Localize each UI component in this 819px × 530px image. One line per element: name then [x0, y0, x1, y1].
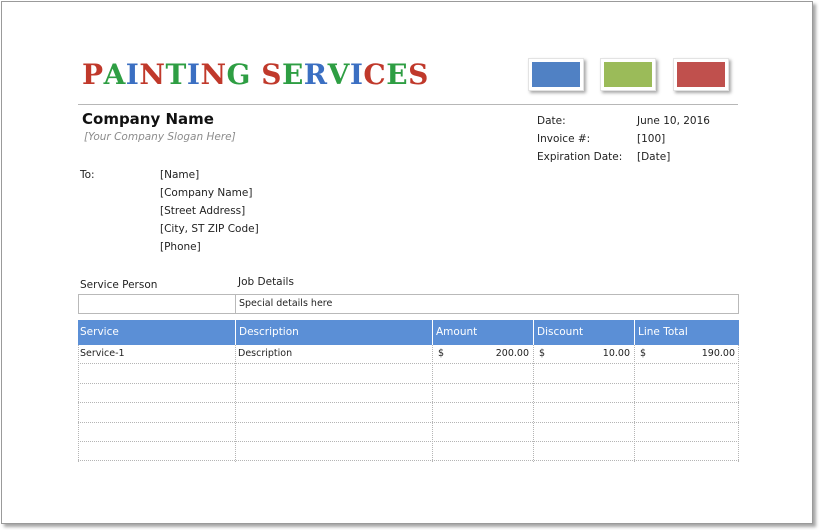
row-service[interactable]: Service-1	[80, 345, 125, 364]
job-details-field[interactable]: Special details here	[239, 298, 332, 309]
invoice-number-label: Invoice #:	[537, 133, 591, 145]
table-row-empty[interactable]	[78, 384, 739, 403]
table-row-empty[interactable]	[78, 423, 739, 442]
job-details-label: Job Details	[238, 276, 294, 288]
header-amount: Amount	[432, 320, 533, 345]
row-amount[interactable]: 200.00	[458, 345, 529, 364]
bill-to-label: To:	[80, 169, 95, 181]
row-description[interactable]: Description	[238, 345, 292, 364]
title-letter: R	[303, 58, 328, 91]
color-swatch-blue[interactable]	[528, 58, 584, 91]
title-letter: C	[363, 58, 387, 91]
title-letter	[251, 58, 261, 92]
title-letter: V	[327, 58, 350, 91]
header-line-total: Line Total	[634, 320, 739, 345]
line-total-currency: $	[640, 348, 647, 359]
company-name[interactable]: Company Name	[82, 110, 214, 128]
swatch-fill	[677, 62, 725, 87]
title-letter: S	[261, 58, 282, 91]
header-description: Description	[235, 320, 432, 345]
header-discount: Discount	[533, 320, 634, 345]
service-person-field[interactable]	[79, 295, 235, 313]
title-letter: N	[200, 58, 227, 91]
job-details-divider	[235, 295, 236, 313]
swatch-fill	[604, 62, 652, 87]
expiration-date-value[interactable]: [Date]	[637, 151, 670, 163]
bill-to-city[interactable]: [City, ST ZIP Code]	[160, 223, 259, 235]
amount-currency: $	[438, 348, 445, 359]
date-value[interactable]: June 10, 2016	[637, 115, 710, 127]
date-label: Date:	[537, 115, 566, 127]
title-letter: E	[281, 58, 304, 91]
invoice-title: PAINTING SERVICES	[82, 58, 429, 92]
title-letter: E	[386, 58, 409, 91]
title-letter: T	[165, 58, 187, 91]
header-divider	[78, 104, 738, 105]
color-swatch-red[interactable]	[673, 58, 729, 91]
table-row-empty[interactable]	[78, 365, 739, 384]
services-table: Service Description Amount Discount Line…	[78, 320, 739, 462]
discount-currency: $	[539, 348, 546, 359]
bill-to-street[interactable]: [Street Address]	[160, 205, 245, 217]
table-row-empty[interactable]	[78, 442, 739, 461]
expiration-date-label: Expiration Date:	[537, 151, 623, 163]
title-letter: N	[139, 58, 166, 91]
table-row-empty[interactable]	[78, 404, 739, 423]
bill-to-phone[interactable]: [Phone]	[160, 241, 201, 253]
row-discount[interactable]: 10.00	[558, 345, 630, 364]
header-service: Service	[80, 326, 119, 338]
title-letter: A	[103, 58, 126, 91]
color-swatch-green[interactable]	[600, 58, 656, 91]
table-row[interactable]: Service-1 Description $ 200.00 $ 10.00 $…	[78, 345, 739, 364]
swatch-fill	[532, 62, 580, 87]
title-letter: I	[125, 58, 140, 91]
invoice-number-value[interactable]: [100]	[637, 133, 665, 145]
title-letter: S	[408, 58, 429, 91]
table-header: Service Description Amount Discount Line…	[78, 320, 739, 345]
bill-to-company[interactable]: [Company Name]	[160, 187, 252, 199]
title-letter: I	[349, 58, 364, 91]
title-letter: G	[226, 58, 251, 91]
job-details-box: Special details here	[78, 294, 739, 314]
title-letter: P	[82, 58, 104, 91]
bill-to-name[interactable]: [Name]	[160, 169, 199, 181]
title-letter: I	[186, 58, 201, 91]
row-line-total[interactable]: 190.00	[658, 345, 735, 364]
company-slogan[interactable]: [Your Company Slogan Here]	[84, 131, 236, 143]
service-person-label: Service Person	[80, 279, 158, 291]
